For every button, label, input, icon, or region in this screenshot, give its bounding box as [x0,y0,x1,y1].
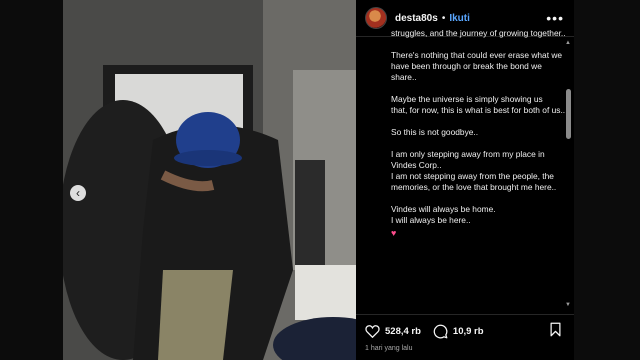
post-photo [63,0,356,360]
scroll-down-icon[interactable]: ▼ [565,302,571,308]
caption-paragraph: Maybe the universe is simply showing us … [391,94,566,115]
comments-count: 10,9 rb [452,325,484,337]
follow-button[interactable]: Ikuti [449,13,470,24]
actions-divider [356,314,574,315]
caption-paragraph: There's nothing that could ever erase wh… [391,50,563,82]
post-caption: struggles, and the journey of growing to… [391,28,569,310]
like-action[interactable]: 528,4 rb [365,324,421,338]
caption-paragraph: I am only stepping away from my place in… [391,149,557,192]
caption-paragraph: So this is not goodbye.. [391,127,479,137]
caption-scrollbar[interactable]: ▲ ▼ [564,40,572,312]
scroll-up-icon[interactable]: ▲ [565,40,571,46]
more-options-icon[interactable]: ••• [546,10,564,26]
previous-image-button[interactable]: ‹ [70,185,86,201]
bookmark-icon[interactable] [549,322,562,337]
likes-count: 528,4 rb [385,325,421,337]
comment-icon[interactable] [433,324,448,339]
photo-illustration [63,0,356,360]
page-background [574,0,640,360]
comment-action[interactable]: 10,9 rb [433,324,484,339]
save-action[interactable] [549,322,562,342]
username-link[interactable]: desta80s [395,13,438,24]
caption-partial: struggles, and the journey of growing to… [391,28,566,38]
post-actions: 528,4 rb 10,9 rb [365,320,570,342]
caption-paragraph: Vindes will always be home. I will alway… [391,204,496,225]
heart-emoji: ♥ [391,228,397,238]
avatar[interactable] [365,7,387,29]
post-panel: desta80s • Ikuti ••• struggles, and the … [356,0,574,360]
separator-dot: • [441,12,446,24]
scroll-thumb[interactable] [566,89,571,139]
post-timestamp[interactable]: 1 hari yang lalu [365,345,412,352]
heart-icon[interactable] [365,324,380,338]
